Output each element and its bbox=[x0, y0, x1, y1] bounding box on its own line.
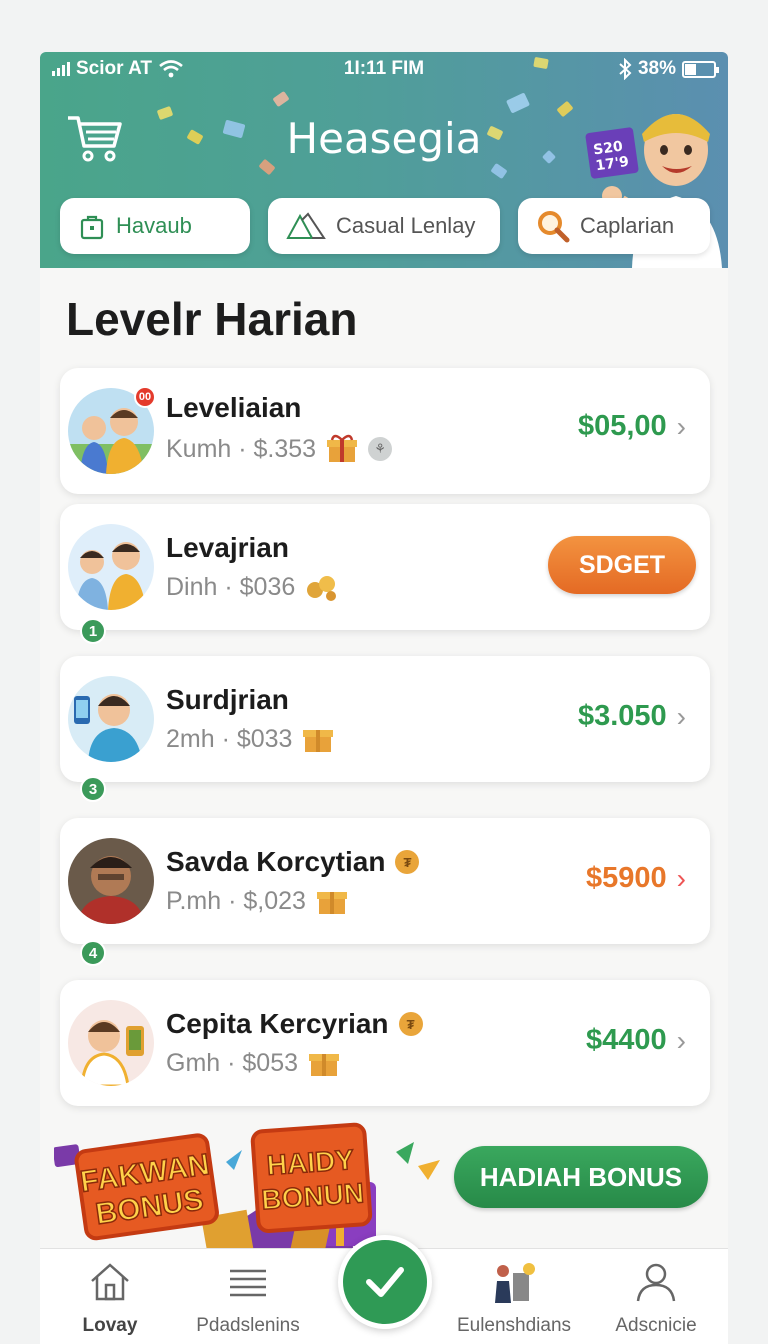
person-icon bbox=[495, 1263, 535, 1303]
gift-icon bbox=[316, 892, 347, 914]
tab-label: Pdadslenins bbox=[196, 1315, 300, 1336]
tab-label: Eulenshdians bbox=[456, 1315, 572, 1336]
player-amount: $5900 bbox=[586, 862, 667, 894]
gift-icon bbox=[327, 434, 358, 462]
player-name: Cepita Kercyrian bbox=[166, 1008, 389, 1039]
section-title: Levelr Harian bbox=[66, 293, 358, 345]
home-icon bbox=[91, 1263, 129, 1301]
player-amount: $4400 bbox=[586, 1024, 667, 1056]
avatar bbox=[68, 1000, 154, 1086]
coin-icon: ₮ bbox=[395, 850, 420, 874]
leaderboard-card[interactable]: Levajrian Dinh · $036 SDGET bbox=[60, 504, 710, 630]
player-amount: $3.050 bbox=[577, 700, 667, 732]
gift-icon bbox=[303, 730, 334, 752]
notification-badge: 00 bbox=[134, 386, 156, 408]
coin-icon: ₮ bbox=[398, 1012, 423, 1036]
leaderboard-card[interactable]: 00 Leveliaian Kumh · $.353 ⚘ $05,00 › bbox=[60, 368, 710, 494]
status-bar: Scior AT 1I:11 FIM 38% bbox=[52, 58, 719, 84]
tab-adscnicie[interactable]: Adscnicie bbox=[586, 1261, 726, 1337]
rank-badge: 3 bbox=[80, 776, 106, 802]
player-stats: Kumh · $.353 bbox=[166, 434, 317, 463]
player-name: Leveliaian bbox=[166, 392, 302, 423]
leaderboard-card[interactable]: Surdjrian 2mh · $033 $3.050 › bbox=[60, 656, 710, 782]
player-stats: Gmh · $053 bbox=[166, 1048, 299, 1077]
battery-icon bbox=[682, 60, 719, 78]
battery-label: 38% bbox=[637, 58, 676, 79]
rank-badge: 4 bbox=[80, 940, 106, 966]
confetti-decoration bbox=[272, 90, 290, 108]
avatar bbox=[68, 838, 154, 924]
bonus-banner-illustration[interactable]: FAKWAN BONUS HAIDY BONUN bbox=[54, 1122, 454, 1252]
chevron-right-icon: › bbox=[676, 1024, 686, 1056]
sdget-button[interactable]: SDGET bbox=[548, 536, 696, 594]
player-name: Savda Korcytian bbox=[166, 846, 386, 877]
leaderboard-card[interactable]: Cepita Kercyrian ₮ Gmh · $053 $4400 › bbox=[60, 980, 710, 1106]
tab-pdadslenins[interactable]: Pdadslenins bbox=[178, 1261, 318, 1337]
player-name: Surdjrian bbox=[166, 684, 289, 715]
player-stats: 2mh · $033 bbox=[166, 724, 293, 753]
header: Scior AT 1I:11 FIM 38% Heasegia S20 17'9… bbox=[40, 52, 728, 268]
tab-label: Havaub bbox=[116, 213, 192, 238]
player-name: Levajrian bbox=[166, 532, 289, 563]
svg-text:HAIDY: HAIDY bbox=[266, 1144, 355, 1181]
player-amount: $05,00 bbox=[577, 410, 667, 442]
profile-icon bbox=[636, 1263, 676, 1302]
confetti-decoration bbox=[490, 162, 508, 180]
coins-icon bbox=[307, 576, 337, 601]
tab-caplarian[interactable]: Caplarian bbox=[518, 198, 710, 254]
chevron-right-icon: › bbox=[676, 862, 686, 894]
gift-icon bbox=[309, 1054, 340, 1076]
chevron-right-icon: › bbox=[676, 410, 686, 442]
tab-label: Caplarian bbox=[580, 213, 675, 238]
avatar bbox=[68, 676, 154, 762]
tab-havaub[interactable]: Havaub bbox=[60, 198, 250, 254]
check-icon bbox=[366, 1267, 404, 1297]
bluetooth-icon bbox=[619, 58, 632, 80]
avatar bbox=[68, 524, 154, 610]
leaderboard-card[interactable]: Savda Korcytian ₮ P.mh · $,023 $5900 › bbox=[60, 818, 710, 944]
tent-icon bbox=[286, 212, 326, 239]
chevron-right-icon: › bbox=[676, 700, 686, 732]
tab-lovay[interactable]: Lovay bbox=[40, 1261, 180, 1337]
magnifier-icon bbox=[538, 211, 570, 243]
tab-label: Adscnicie bbox=[615, 1315, 697, 1336]
check-button[interactable] bbox=[338, 1235, 432, 1329]
token-icon: ⚘ bbox=[368, 437, 393, 461]
tab-eulenshdians[interactable]: Eulenshdians bbox=[444, 1261, 584, 1337]
rank-badge: 1 bbox=[80, 618, 106, 644]
list-icon bbox=[230, 1269, 266, 1297]
player-stats: Dinh · $036 bbox=[166, 572, 296, 601]
app-screen: Scior AT 1I:11 FIM 38% Heasegia S20 17'9… bbox=[40, 52, 728, 1344]
confetti-decoration bbox=[505, 92, 531, 114]
player-stats: P.mh · $,023 bbox=[166, 886, 306, 915]
tab-casual-lenlay[interactable]: Casual Lenlay bbox=[268, 198, 500, 254]
tab-label: Lovay bbox=[82, 1315, 138, 1336]
tab-label: Casual Lenlay bbox=[336, 213, 476, 238]
bag-icon bbox=[80, 215, 104, 240]
clock: 1I:11 FIM bbox=[343, 58, 425, 79]
hadiah-bonus-button[interactable]: HADIAH BONUS bbox=[454, 1146, 708, 1208]
bottom-tab-bar: Lovay Pdadslenins Eulenshdians Adscnicie bbox=[40, 1235, 728, 1344]
